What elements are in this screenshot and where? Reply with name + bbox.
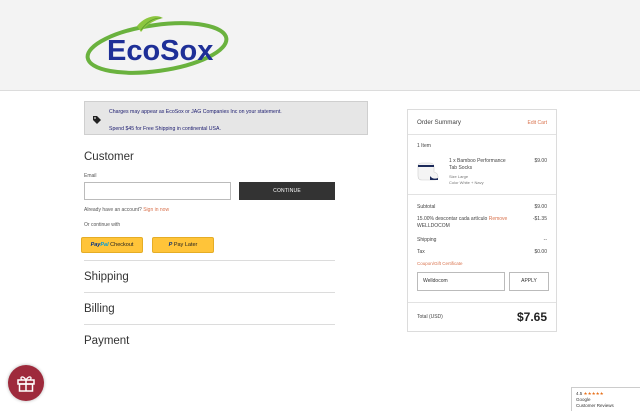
pay-later-label: Pay Later: [173, 242, 198, 248]
email-field[interactable]: [84, 182, 231, 200]
discount-label: 15.00% descontar cada artículo Remove: [417, 216, 507, 222]
reviews-rating: 4.5: [576, 391, 583, 396]
payment-heading: Payment: [84, 335, 130, 347]
remove-discount-link[interactable]: Remove: [489, 216, 508, 222]
account-prompt: Already have an account? Sign in now: [84, 207, 169, 213]
google-reviews-badge[interactable]: 4.5 ★★★★★ Google Customer Reviews: [571, 387, 640, 411]
gift-icon: [17, 376, 35, 392]
discount-value: -$1.35: [532, 216, 547, 222]
subtotal-label: Subtotal: [417, 204, 436, 210]
edit-cart-link[interactable]: Edit Cart: [528, 120, 547, 126]
paypal-wordmark-pal: Pal: [100, 242, 109, 248]
item-name-line2: Tab Socks: [449, 165, 473, 171]
sign-in-link[interactable]: Sign in now: [143, 207, 169, 213]
continue-button[interactable]: CONTINUE: [239, 182, 335, 200]
discount-code: WELLDOCOM: [417, 223, 450, 229]
shipping-value: --: [543, 237, 547, 243]
tag-icon: [93, 116, 101, 124]
notice-shipping-text: Spend $45 for Free Shipping in continent…: [109, 126, 221, 132]
total-value: $7.65: [516, 310, 547, 324]
divider: [84, 260, 335, 261]
item-name-line1: 1 x Bamboo Performance: [449, 158, 506, 164]
or-continue-label: Or continue with: [84, 222, 121, 228]
paypal-checkout-label: Checkout: [110, 242, 134, 248]
divider: [84, 324, 335, 325]
shipping-label: Shipping: [417, 237, 437, 243]
apply-coupon-button[interactable]: APPLY: [509, 272, 549, 291]
notice-statement-text: Charges may appear as EcoSox or JAG Comp…: [109, 109, 282, 115]
coupon-code-field[interactable]: Welldocom: [417, 272, 505, 291]
paypal-wordmark-pay: Pay: [90, 242, 101, 248]
sock-product-image: [417, 162, 439, 181]
item-count: 1 Item: [417, 143, 431, 149]
site-header: EcoSox: [0, 0, 640, 91]
reviews-customer-label: Customer Reviews: [576, 403, 614, 408]
paypal-p-icon: P: [168, 242, 173, 248]
email-label: Email: [84, 173, 97, 179]
statement-notice: Charges may appear as EcoSox or JAG Comp…: [84, 101, 368, 135]
customer-heading: Customer: [84, 151, 134, 163]
divider: [408, 134, 556, 135]
billing-heading: Billing: [84, 303, 115, 315]
star-rating-icon: ★★★★★: [583, 391, 604, 396]
ecosox-logo[interactable]: EcoSox: [85, 14, 235, 84]
logo-wordmark: EcoSox: [107, 35, 213, 67]
subtotal-value: $9.00: [534, 204, 547, 210]
shipping-heading: Shipping: [84, 271, 129, 283]
divider: [84, 292, 335, 293]
divider: [408, 194, 556, 195]
paypal-pay-later-button[interactable]: P Pay Later: [152, 237, 214, 253]
gift-widget-button[interactable]: [8, 365, 44, 401]
item-color: Color White + Navy: [449, 180, 484, 185]
tax-value: $0.00: [534, 249, 547, 255]
item-size: Size Large: [449, 174, 469, 179]
paypal-checkout-button[interactable]: PayPal Checkout: [81, 237, 143, 253]
total-label: Total (USD): [417, 314, 443, 320]
account-prompt-text: Already have an account?: [84, 207, 142, 213]
order-summary-panel: Order Summary Edit Cart 1 Item 1 x Bambo…: [407, 109, 557, 332]
divider: [408, 302, 556, 303]
order-summary-title: Order Summary: [417, 119, 462, 126]
coupon-gift-link[interactable]: Coupon/Gift Certificate: [417, 261, 463, 266]
discount-label-text: 15.00% descontar cada artículo: [417, 216, 488, 222]
tax-label: Tax: [417, 249, 425, 255]
item-price: $9.00: [534, 158, 547, 164]
reviews-google-label: Google: [576, 397, 591, 402]
